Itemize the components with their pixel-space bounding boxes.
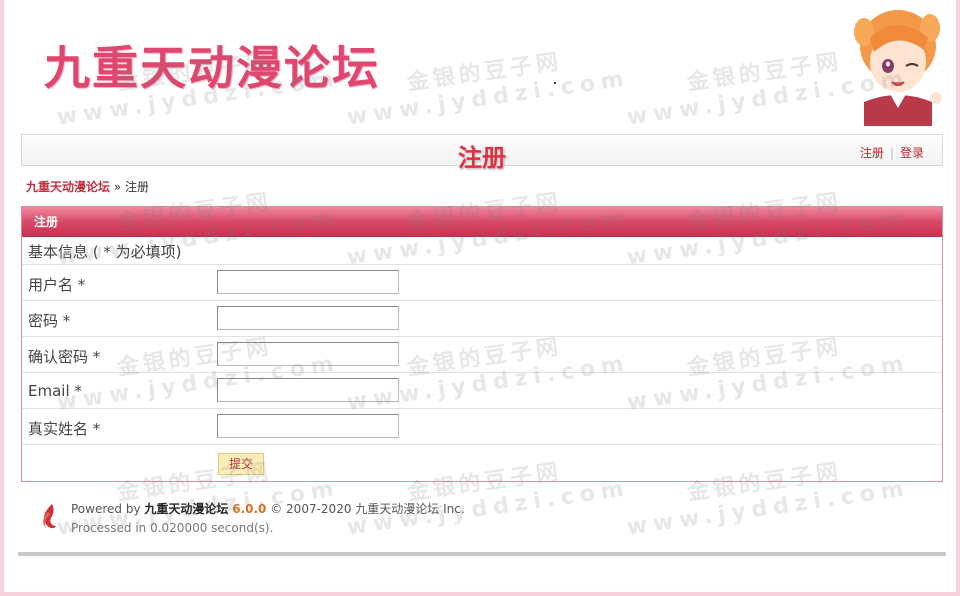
email-input[interactable]: [217, 378, 399, 402]
username-label: 用户名 *: [28, 276, 86, 294]
realname-label: 真实姓名 *: [28, 420, 101, 438]
navbar: 注册 注册 | 登录: [21, 134, 943, 172]
email-label: Email *: [28, 382, 82, 400]
footer-version: 6.0.0: [232, 502, 267, 516]
footer-line-1: Powered by 九重天动漫论坛 6.0.0 © 2007-2020 九重天…: [71, 500, 465, 519]
breadcrumb-current: 注册: [125, 180, 150, 194]
panel-title: 注册: [22, 207, 942, 237]
page-title: 注册: [458, 144, 506, 172]
password-label: 密码 *: [28, 312, 71, 330]
register-link[interactable]: 注册: [860, 146, 884, 160]
form-row-username: 用户名 *: [22, 265, 942, 301]
form-row-email: Email *: [22, 373, 942, 409]
form-row-submit: 提交: [22, 445, 942, 481]
username-input[interactable]: [217, 270, 399, 294]
processed-time: Processed in 0.020000 second(s).: [71, 521, 274, 535]
breadcrumb: 九重天动漫论坛 » 注册: [26, 178, 149, 195]
footer-brand-link[interactable]: 九重天动漫论坛: [144, 502, 228, 516]
mascot-image: [854, 10, 942, 126]
password-input[interactable]: [217, 306, 399, 330]
powered-by-text: Powered by: [71, 502, 141, 516]
nav-separator: |: [889, 146, 894, 160]
site-logo[interactable]: 九重天动漫论坛: [44, 32, 380, 98]
stray-dot: [554, 82, 556, 84]
realname-input[interactable]: [217, 414, 399, 438]
footer-text: Powered by 九重天动漫论坛 6.0.0 © 2007-2020 九重天…: [71, 500, 465, 538]
flame-logo-icon: [43, 504, 56, 529]
form-row-confirm-password: 确认密码 *: [22, 337, 942, 373]
confirm-password-label: 确认密码 *: [28, 348, 101, 366]
form-row-realname: 真实姓名 *: [22, 409, 942, 445]
breadcrumb-home-link[interactable]: 九重天动漫论坛: [26, 180, 110, 194]
submit-button[interactable]: 提交: [218, 453, 264, 475]
footer-copyright: © 2007-2020 九重天动漫论坛 Inc.: [270, 502, 465, 516]
confirm-password-input[interactable]: [217, 342, 399, 366]
breadcrumb-separator: »: [113, 180, 122, 194]
site-header: 九重天动漫论坛: [4, 0, 956, 126]
footer-divider: [18, 552, 946, 556]
section-label: 基本信息 ( * 为必填项): [28, 243, 182, 261]
login-link[interactable]: 登录: [900, 146, 924, 160]
register-panel: 注册 基本信息 ( * 为必填项) 用户名 * 密码 * 确认密码 * Emai…: [21, 206, 943, 482]
nav-links: 注册 | 登录: [860, 144, 924, 161]
form-row-password: 密码 *: [22, 301, 942, 337]
section-info-row: 基本信息 ( * 为必填项): [22, 237, 942, 265]
